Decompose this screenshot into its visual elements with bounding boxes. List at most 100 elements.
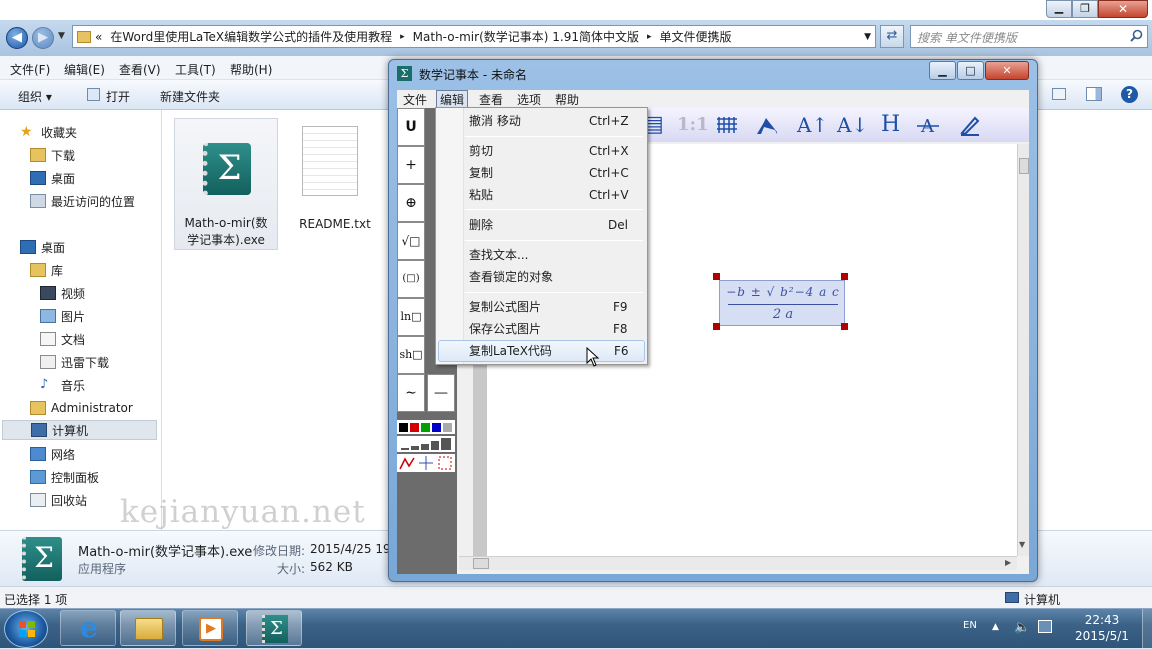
- palette-underline[interactable]: U: [397, 108, 425, 146]
- line-width-selector[interactable]: [397, 436, 455, 452]
- heading-button[interactable]: H: [881, 112, 900, 138]
- breadcrumb-separator[interactable]: ▸: [400, 32, 405, 42]
- menu-item-copy-image[interactable]: 复制公式图片 F9: [436, 296, 647, 318]
- color-gray[interactable]: [443, 423, 452, 432]
- nav-thunder[interactable]: 迅雷下载: [40, 352, 109, 372]
- minimize-button[interactable]: ▁: [929, 61, 956, 80]
- nav-computer[interactable]: 计算机: [2, 420, 157, 440]
- close-button[interactable]: ✕: [985, 61, 1029, 80]
- font-larger-button[interactable]: A↑: [797, 112, 828, 138]
- menu-file[interactable]: 文件: [403, 91, 427, 108]
- breadcrumb-item-portable[interactable]: 单文件便携版: [660, 28, 732, 45]
- menu-item-copy-latex[interactable]: 复制LaTeX代码 F6: [438, 340, 645, 362]
- menu-tools[interactable]: 工具(T): [175, 61, 216, 78]
- maximize-button[interactable]: □: [957, 61, 984, 80]
- maximize-button[interactable]: ❐: [1072, 0, 1098, 18]
- menu-item-cut[interactable]: 剪切 Ctrl+X: [436, 140, 647, 162]
- close-button[interactable]: ✕: [1098, 0, 1148, 18]
- mathomir-titlebar[interactable]: Σ 数学记事本 - 未命名 ▁ □ ✕: [389, 60, 1037, 86]
- show-desktop-button[interactable]: [1142, 609, 1152, 648]
- nav-libraries[interactable]: 库: [30, 260, 63, 280]
- help-icon[interactable]: ?: [1121, 86, 1138, 103]
- formula-object[interactable]: −b ± √ b²−4 a c 2 a: [719, 280, 845, 326]
- minimize-button[interactable]: ▁: [1046, 0, 1072, 18]
- volume-icon[interactable]: 🔈: [1014, 620, 1030, 635]
- palette-oplus[interactable]: ⊕: [397, 184, 425, 222]
- search-input[interactable]: 搜索 单文件便携版: [910, 25, 1148, 48]
- menu-item-copy[interactable]: 复制 Ctrl+C: [436, 162, 647, 184]
- nav-videos[interactable]: 视频: [40, 283, 85, 303]
- vertical-scrollbar[interactable]: ▼: [1017, 144, 1029, 556]
- palette-parens[interactable]: (□): [397, 260, 425, 298]
- scroll-thumb[interactable]: [1019, 158, 1029, 174]
- selection-handle-tl[interactable]: [713, 273, 720, 280]
- taskbar-media-button[interactable]: ▶: [182, 610, 238, 646]
- grid-icon[interactable]: [717, 115, 737, 135]
- color-black[interactable]: [399, 423, 408, 432]
- breadcrumb-item-mathomir[interactable]: Math-o-mir(数学记事本) 1.91简体中文版: [413, 28, 639, 45]
- palette-line[interactable]: —: [427, 374, 455, 412]
- menu-item-delete[interactable]: 删除 Del: [436, 214, 647, 236]
- font-smaller-button[interactable]: A↓: [837, 112, 868, 138]
- pen-icon[interactable]: [959, 114, 981, 136]
- breadcrumb-separator[interactable]: ▸: [647, 32, 652, 42]
- color-red[interactable]: [410, 423, 419, 432]
- open-icon[interactable]: [87, 88, 100, 101]
- taskbar-mathomir-button[interactable]: Σ: [246, 610, 302, 646]
- breadcrumb-overflow[interactable]: «: [95, 30, 102, 44]
- color-green[interactable]: [421, 423, 430, 432]
- menu-help[interactable]: 帮助(H): [230, 61, 272, 78]
- network-tray-icon[interactable]: [1038, 620, 1052, 633]
- horizontal-scrollbar[interactable]: ▶: [459, 556, 1017, 570]
- palette-sh[interactable]: sh□: [397, 336, 425, 374]
- menu-view[interactable]: 查看(V): [119, 61, 161, 78]
- menu-item-paste[interactable]: 粘贴 Ctrl+V: [436, 184, 647, 206]
- menu-edit[interactable]: 编辑(E): [64, 61, 105, 78]
- system-clock[interactable]: 22:43 2015/5/1: [1062, 612, 1142, 644]
- menu-options[interactable]: 选项: [517, 91, 541, 108]
- start-button[interactable]: [4, 610, 48, 648]
- taskbar-ie-button[interactable]: e: [60, 610, 116, 646]
- nav-music[interactable]: ♪ 音乐: [40, 375, 85, 395]
- palette-sqrt[interactable]: √□: [397, 222, 425, 260]
- selection-handle-br[interactable]: [841, 323, 848, 330]
- menu-item-save-image[interactable]: 保存公式图片 F8: [436, 318, 647, 340]
- nav-desktop-fav[interactable]: 桌面: [30, 168, 75, 188]
- text-align-icon[interactable]: A: [917, 114, 939, 136]
- back-button[interactable]: ◀: [6, 27, 28, 49]
- scroll-right-icon[interactable]: ▶: [1005, 558, 1011, 567]
- nav-control-panel[interactable]: 控制面板: [30, 467, 99, 487]
- menu-file[interactable]: 文件(F): [10, 61, 50, 78]
- address-dropdown-icon[interactable]: ▼: [864, 32, 871, 42]
- selection-handle-bl[interactable]: [713, 323, 720, 330]
- zoom-1to1-button[interactable]: 1:1: [677, 112, 709, 138]
- menu-item-undo[interactable]: 撤消 移动 Ctrl+Z: [436, 110, 647, 132]
- nav-documents[interactable]: 文档: [40, 329, 85, 349]
- nav-recycle-bin[interactable]: 回收站: [30, 490, 87, 510]
- nav-desktop[interactable]: 桌面: [20, 237, 65, 257]
- shoe-icon[interactable]: [755, 114, 779, 136]
- palette-plus[interactable]: +: [397, 146, 425, 184]
- palette-ln[interactable]: ln□: [397, 298, 425, 336]
- preview-pane-icon[interactable]: [1086, 87, 1102, 101]
- taskbar-explorer-button[interactable]: [120, 610, 176, 646]
- view-options-icon[interactable]: [1052, 88, 1066, 100]
- nav-favorites[interactable]: ★ 收藏夹: [20, 122, 77, 142]
- language-indicator[interactable]: EN: [963, 620, 977, 631]
- forward-button[interactable]: ▶: [32, 27, 54, 49]
- refresh-button[interactable]: ⇄: [880, 25, 904, 48]
- search-icon[interactable]: [1130, 29, 1143, 42]
- new-folder-button[interactable]: 新建文件夹: [160, 88, 220, 105]
- selection-handle-tr[interactable]: [841, 273, 848, 280]
- history-dropdown-icon[interactable]: ▼: [58, 31, 65, 41]
- scroll-down-icon[interactable]: ▼: [1019, 540, 1025, 549]
- menu-item-find-text[interactable]: 查找文本...: [436, 244, 647, 266]
- organize-button[interactable]: 组织 ▾: [18, 88, 52, 105]
- file-item-readme[interactable]: README.txt: [290, 118, 380, 250]
- nav-network[interactable]: 网络: [30, 444, 75, 464]
- palette-curve[interactable]: ∼: [397, 374, 425, 412]
- show-hidden-icons[interactable]: ▲: [992, 622, 999, 632]
- nav-recent[interactable]: 最近访问的位置: [30, 191, 135, 211]
- nav-pictures[interactable]: 图片: [40, 306, 85, 326]
- file-item-mathomir-exe[interactable]: Σ Math-o-mir(数 学记事本).exe: [174, 118, 278, 250]
